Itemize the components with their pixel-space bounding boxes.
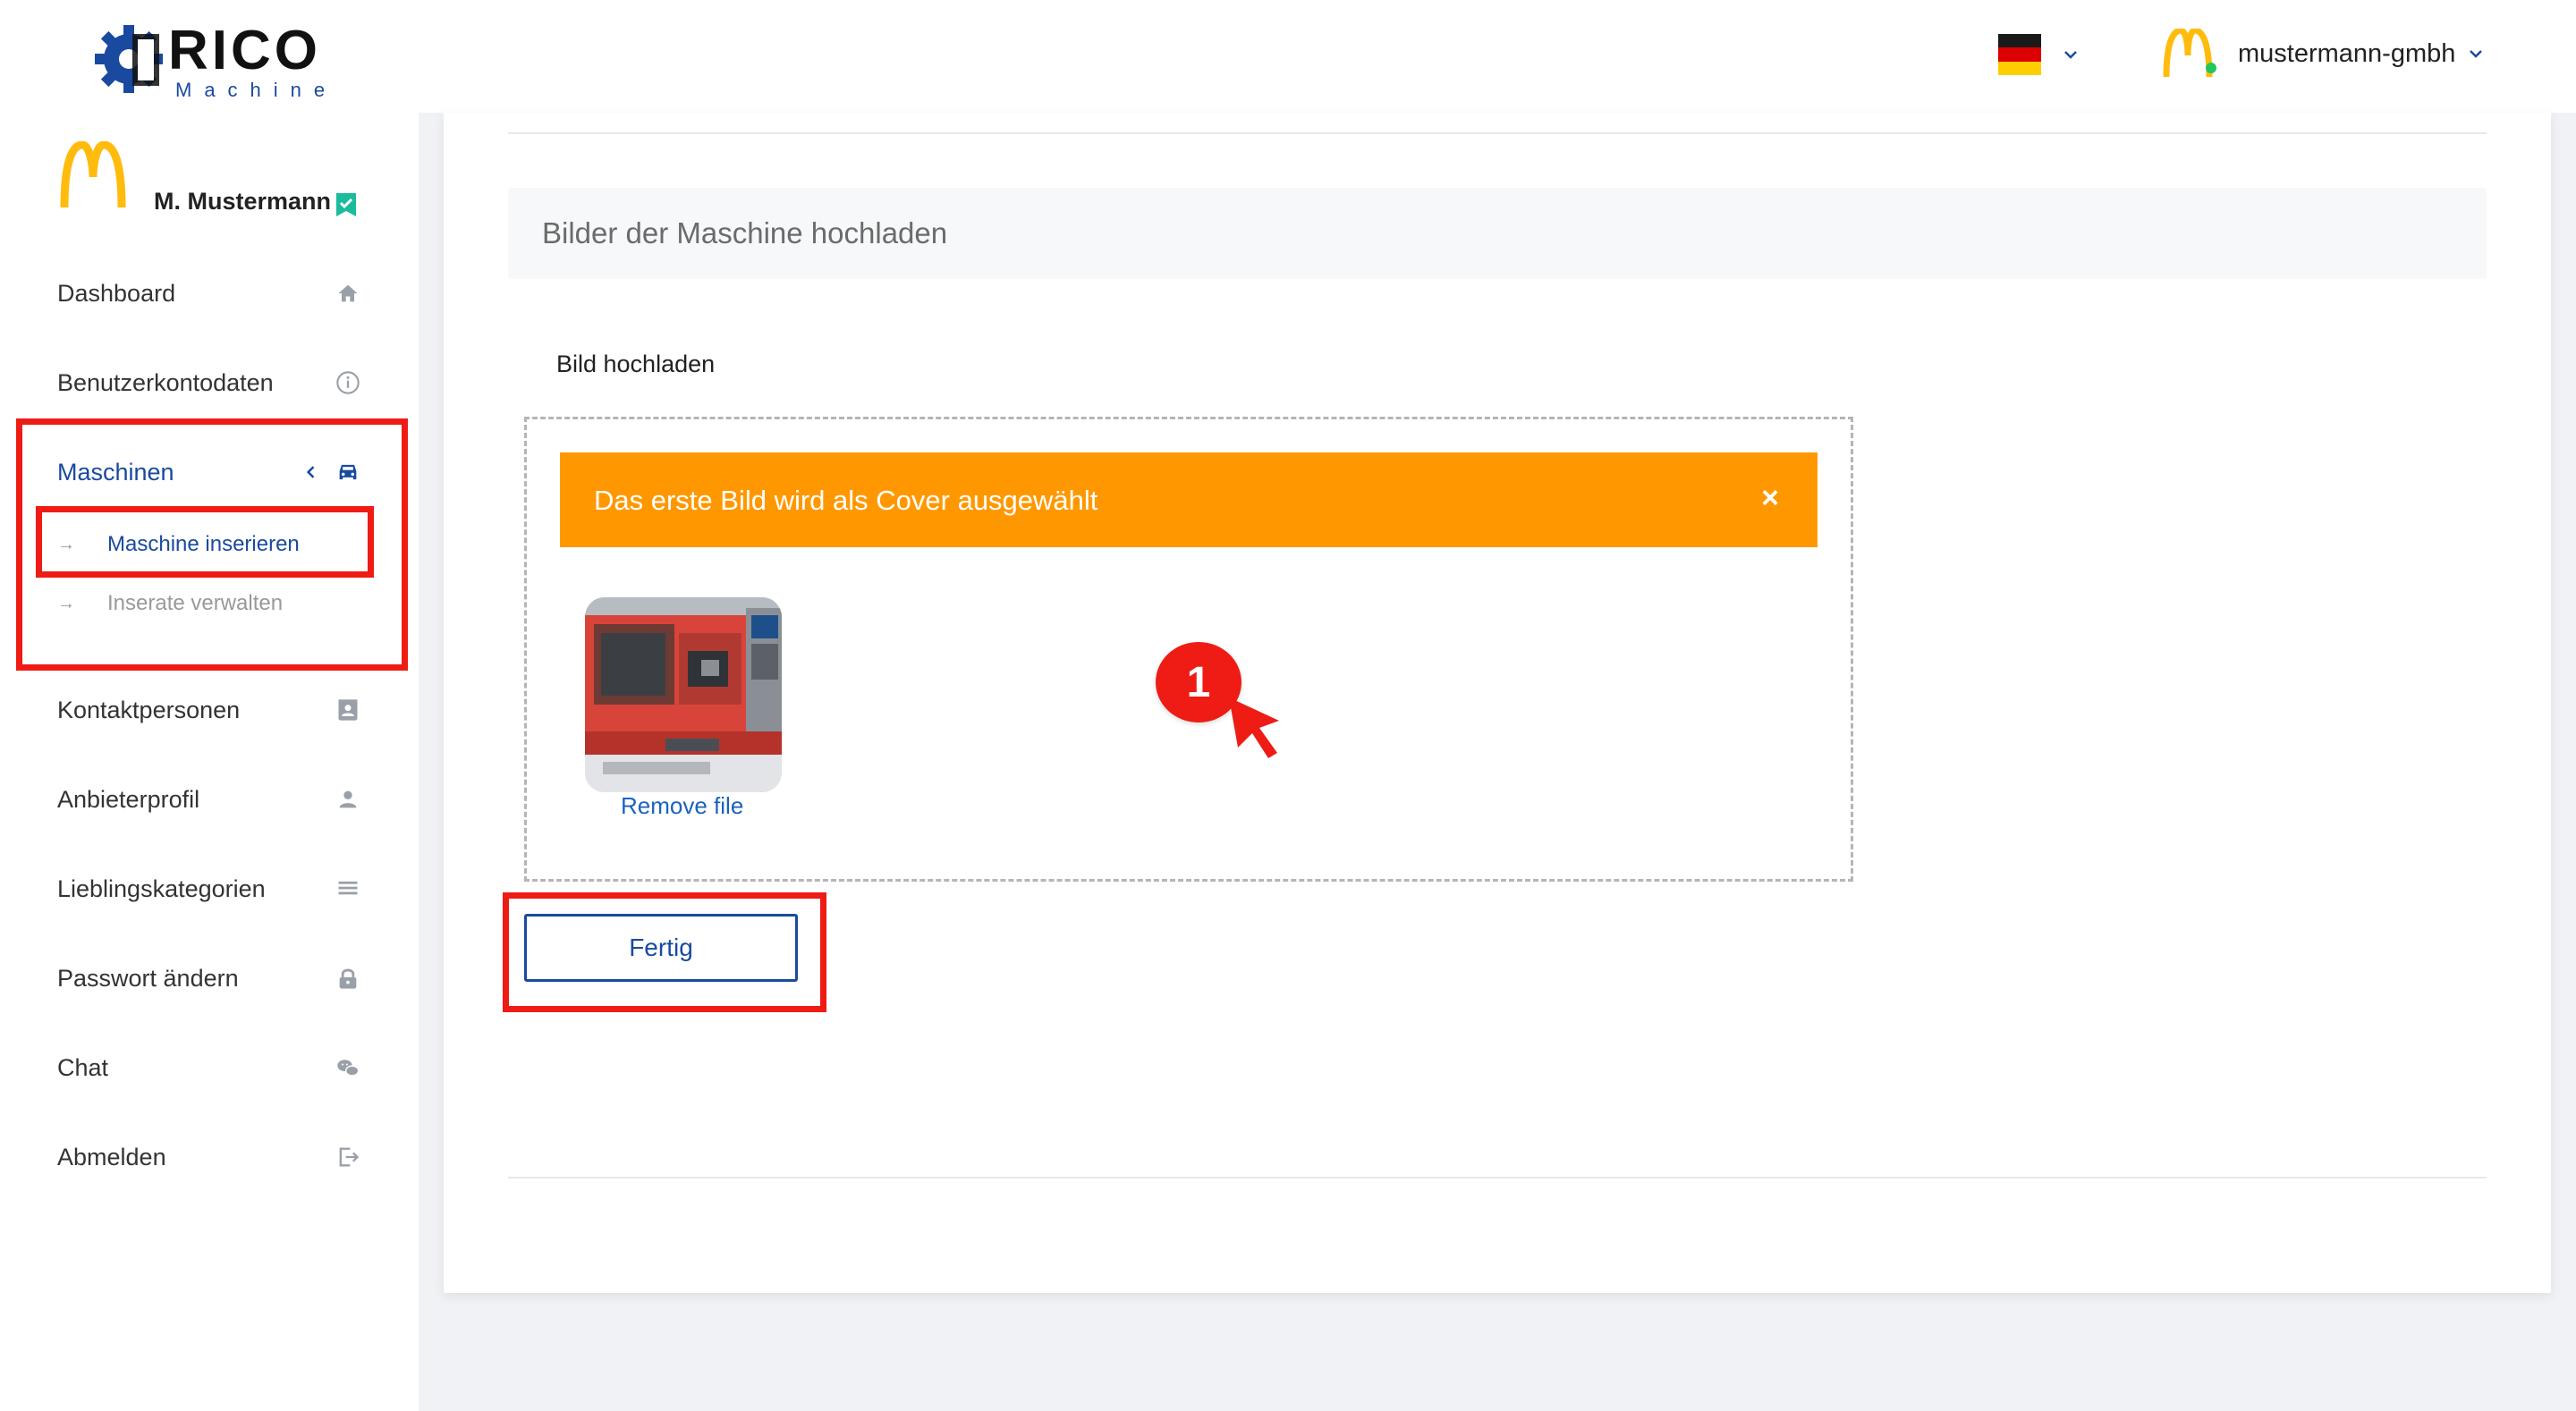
language-chevron-down-icon[interactable] <box>2063 46 2079 63</box>
alert-close-icon[interactable]: × <box>1751 479 1789 517</box>
section-title: Bilder der Maschine hochladen <box>542 216 948 249</box>
profile-name: M. Mustermann <box>154 188 332 215</box>
lock-icon <box>335 965 361 992</box>
account-menu[interactable]: mustermann-gmbh <box>2161 27 2484 80</box>
top-bar: RICO Machine mustermann-gmbh <box>0 0 2576 113</box>
sidebar-item-label: Benutzerkontodaten <box>57 368 274 396</box>
sidebar-item-lieblingskategorien[interactable]: Lieblingskategorien <box>57 866 361 912</box>
sidebar-item-passwort-aendern[interactable]: Passwort ändern <box>57 955 361 1001</box>
company-logo-icon <box>2161 27 2216 79</box>
sidebar-item-kontaktpersonen[interactable]: Kontaktpersonen <box>57 687 361 733</box>
top-divider <box>508 132 2487 134</box>
alert-message: Das erste Bild wird als Cover ausgewählt <box>594 485 1098 516</box>
sidebar-item-anbieterprofil[interactable]: Anbieterprofil <box>57 776 361 823</box>
sidebar-item-label: Abmelden <box>57 1143 166 1170</box>
verified-badge-icon <box>336 193 356 216</box>
online-status-dot <box>2206 63 2216 73</box>
sidebar-item-benutzerkontodaten[interactable]: Benutzerkontodaten <box>57 359 361 406</box>
sidebar-item-dashboard[interactable]: Dashboard <box>57 270 361 317</box>
sidebar-item-label: Lieblingskategorien <box>57 874 266 902</box>
uploaded-image-thumbnail <box>585 597 782 792</box>
account-name: mustermann-gmbh <box>2238 38 2456 68</box>
german-flag-icon[interactable] <box>1998 34 2041 75</box>
info-icon <box>335 369 361 396</box>
cursor-arrow-icon <box>1229 697 1279 758</box>
sidebar-item-chat[interactable]: Chat <box>57 1044 361 1091</box>
logo-subtitle: Machine <box>175 79 338 101</box>
sidebar-item-abmelden[interactable]: Abmelden <box>57 1134 361 1180</box>
highlight-maschine-inserieren <box>36 506 374 578</box>
sidebar-item-label: Anbieterprofil <box>57 785 200 813</box>
sidebar-item-label: Dashboard <box>57 279 176 307</box>
user-icon <box>335 786 361 813</box>
chat-icon <box>335 1054 361 1081</box>
machine-photo <box>585 597 782 792</box>
upload-label: Bild hochladen <box>556 351 716 377</box>
cover-info-alert: Das erste Bild wird als Cover ausgewählt… <box>560 452 1818 547</box>
account-chevron-down-icon[interactable] <box>2468 46 2484 62</box>
logout-icon <box>335 1144 361 1170</box>
logo-wordmark: RICO <box>168 20 321 81</box>
section-header: Bilder der Maschine hochladen <box>508 188 2487 279</box>
fertig-button[interactable]: Fertig <box>524 914 798 982</box>
bottom-divider <box>508 1177 2487 1179</box>
sidebar-profile: M. Mustermann <box>57 141 379 216</box>
list-icon <box>335 875 361 902</box>
sidebar-item-label: Kontaktpersonen <box>57 696 241 723</box>
remove-file-link[interactable]: Remove file <box>621 792 743 820</box>
company-logo-icon <box>60 141 126 208</box>
sidebar-item-label: Passwort ändern <box>57 964 239 992</box>
sidebar-item-label: Chat <box>57 1053 109 1081</box>
gear-logo-icon <box>95 25 163 93</box>
home-icon <box>335 280 361 307</box>
rico-machine-logo[interactable]: RICO Machine <box>93 20 326 100</box>
contact-card-icon <box>335 697 361 723</box>
